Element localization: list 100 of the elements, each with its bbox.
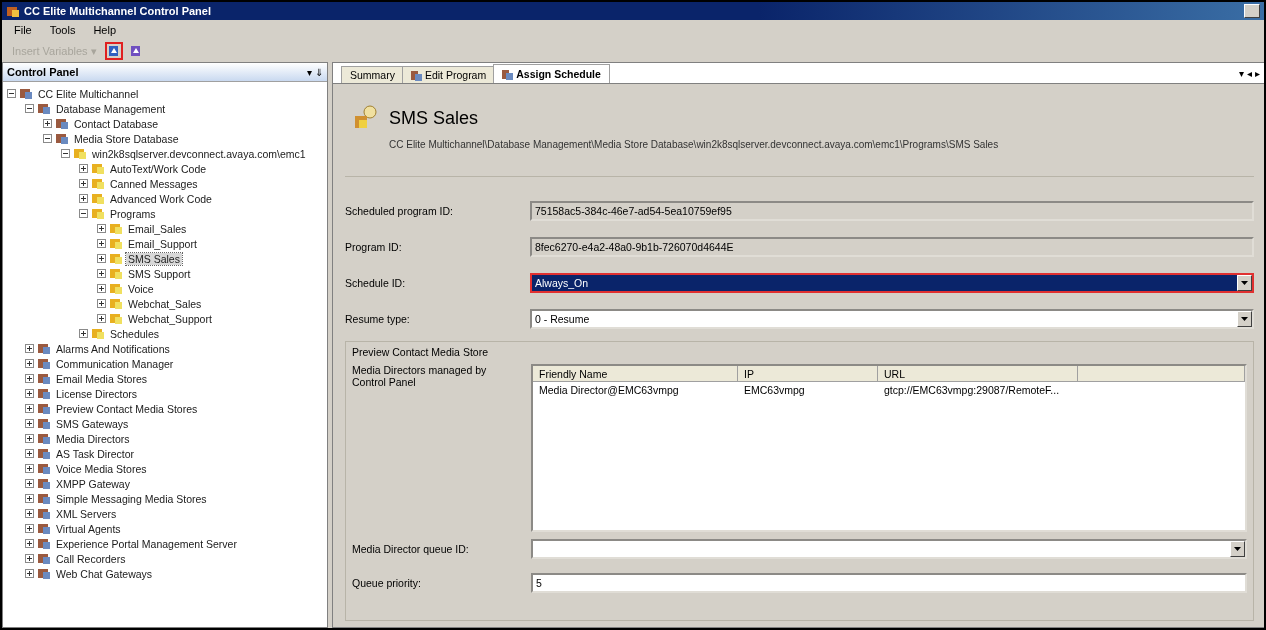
tree-item[interactable]: Media Directors — [54, 432, 132, 445]
node-icon — [37, 522, 51, 535]
tree-item[interactable]: Alarms And Notifications — [54, 342, 172, 355]
tree-item[interactable]: AutoText/Work Code — [108, 162, 209, 175]
expand-toggle[interactable] — [25, 539, 34, 548]
expand-toggle[interactable] — [25, 389, 34, 398]
tree-item[interactable]: SMS Gateways — [54, 417, 131, 430]
expand-toggle[interactable] — [25, 434, 34, 443]
tab-controls[interactable]: ▾ ◂ ▸ — [1239, 67, 1264, 79]
expand-toggle[interactable] — [25, 404, 34, 413]
input-field[interactable]: 5 — [531, 573, 1247, 593]
expand-toggle[interactable] — [25, 104, 34, 113]
tree-item[interactable]: Preview Contact Media Stores — [54, 402, 200, 415]
expand-toggle[interactable] — [25, 419, 34, 428]
tree-item[interactable]: Communication Manager — [54, 357, 176, 370]
tree-item[interactable]: Virtual Agents — [54, 522, 123, 535]
tree-item[interactable]: Contact Database — [72, 117, 161, 130]
expand-toggle[interactable] — [97, 284, 106, 293]
restore-button[interactable] — [1244, 4, 1260, 18]
node-icon — [91, 162, 105, 175]
expand-toggle[interactable] — [97, 254, 106, 263]
tree-item[interactable]: License Directors — [54, 387, 140, 400]
pin-control[interactable]: ▾ ⇓ — [307, 66, 323, 78]
field-label: Resume type: — [345, 313, 411, 325]
node-icon — [91, 327, 105, 340]
tree-item[interactable]: Web Chat Gateways — [54, 567, 155, 580]
field-label: Program ID: — [345, 241, 403, 253]
tree-item[interactable]: Webchat_Sales — [126, 297, 204, 310]
expand-toggle[interactable] — [79, 179, 88, 188]
node-icon — [37, 342, 51, 355]
input-field[interactable]: 8fec6270-e4a2-48a0-9b1b-726070d4644E — [530, 237, 1254, 257]
tree-item[interactable]: Simple Messaging Media Stores — [54, 492, 209, 505]
tree-item[interactable]: Email Media Stores — [54, 372, 150, 385]
tree-item[interactable]: win2k8sqlserver.devconnect.avaya.com\emc1 — [90, 147, 308, 160]
expand-toggle[interactable] — [79, 329, 88, 338]
expand-toggle[interactable] — [79, 164, 88, 173]
expand-toggle[interactable] — [79, 194, 88, 203]
expand-toggle[interactable] — [25, 524, 34, 533]
column-header[interactable]: Friendly Name — [533, 366, 738, 382]
menu-item[interactable]: Help — [85, 24, 125, 36]
tree-item[interactable]: SMS Support — [126, 267, 193, 280]
expand-toggle[interactable] — [25, 449, 34, 458]
tree-item[interactable]: Schedules — [108, 327, 162, 340]
tree-item[interactable]: Webchat_Support — [126, 312, 214, 325]
expand-toggle[interactable] — [25, 509, 34, 518]
expand-toggle[interactable] — [25, 479, 34, 488]
tree-item[interactable]: Media Store Database — [72, 132, 181, 145]
menu-item[interactable]: Tools — [41, 24, 84, 36]
expand-toggle[interactable] — [25, 494, 34, 503]
node-icon — [37, 402, 51, 415]
expand-toggle[interactable] — [25, 554, 34, 563]
column-header[interactable]: IP — [738, 366, 878, 382]
expand-toggle[interactable] — [97, 224, 106, 233]
column-header[interactable]: URL — [878, 366, 1078, 382]
tab[interactable]: Edit Program — [401, 66, 496, 83]
toolbar-button[interactable] — [104, 42, 123, 60]
expand-toggle[interactable] — [43, 134, 52, 143]
node-icon — [37, 492, 51, 505]
expand-toggle[interactable] — [97, 239, 106, 248]
tree-item[interactable]: Experience Portal Management Server — [54, 537, 239, 550]
tree-item[interactable]: CC Elite Multichannel — [36, 87, 141, 100]
dropdown[interactable]: Always_On — [530, 273, 1254, 293]
node-icon — [73, 147, 87, 160]
expand-toggle[interactable] — [43, 119, 52, 128]
node-icon — [37, 537, 51, 550]
tree-item[interactable]: SMS Sales — [126, 252, 182, 265]
node-icon — [37, 567, 51, 580]
expand-toggle[interactable] — [25, 464, 34, 473]
expand-toggle[interactable] — [79, 209, 88, 218]
tree-item[interactable]: Voice — [126, 282, 156, 295]
expand-toggle[interactable] — [97, 314, 106, 323]
dropdown[interactable] — [531, 539, 1247, 559]
tab[interactable]: Assign Schedule — [493, 64, 610, 83]
tree-item[interactable]: Database Management — [54, 102, 168, 115]
expand-toggle[interactable] — [25, 344, 34, 353]
expand-toggle[interactable] — [25, 569, 34, 578]
tab[interactable]: Summary — [341, 66, 404, 83]
expand-toggle[interactable] — [25, 359, 34, 368]
tree-item[interactable]: Email_Support — [126, 237, 199, 250]
dropdown[interactable]: 0 - Resume — [530, 309, 1254, 329]
tree-item[interactable]: AS Task Director — [54, 447, 136, 460]
expand-toggle[interactable] — [97, 269, 106, 278]
node-icon — [37, 432, 51, 445]
tree-item[interactable]: XML Servers — [54, 507, 119, 520]
expand-toggle[interactable] — [97, 299, 106, 308]
tree-item[interactable]: Advanced Work Code — [108, 192, 214, 205]
input-field[interactable]: 75158ac5-384c-46e7-ad54-5ea10759ef95 — [530, 201, 1254, 221]
expand-toggle[interactable] — [25, 374, 34, 383]
tree-item[interactable]: Canned Messages — [108, 177, 200, 190]
node-icon — [37, 357, 51, 370]
expand-toggle[interactable] — [7, 89, 16, 98]
expand-toggle[interactable] — [61, 149, 70, 158]
tree-item[interactable]: Email_Sales — [126, 222, 189, 235]
menu-item[interactable]: File — [6, 24, 40, 36]
tree-item[interactable]: Call Recorders — [54, 552, 128, 565]
tree-item[interactable]: Voice Media Stores — [54, 462, 149, 475]
tree-item[interactable]: XMPP Gateway — [54, 477, 132, 490]
tree-item[interactable]: Programs — [108, 207, 158, 220]
app-icon — [6, 4, 20, 18]
caret-icon — [1241, 281, 1248, 285]
